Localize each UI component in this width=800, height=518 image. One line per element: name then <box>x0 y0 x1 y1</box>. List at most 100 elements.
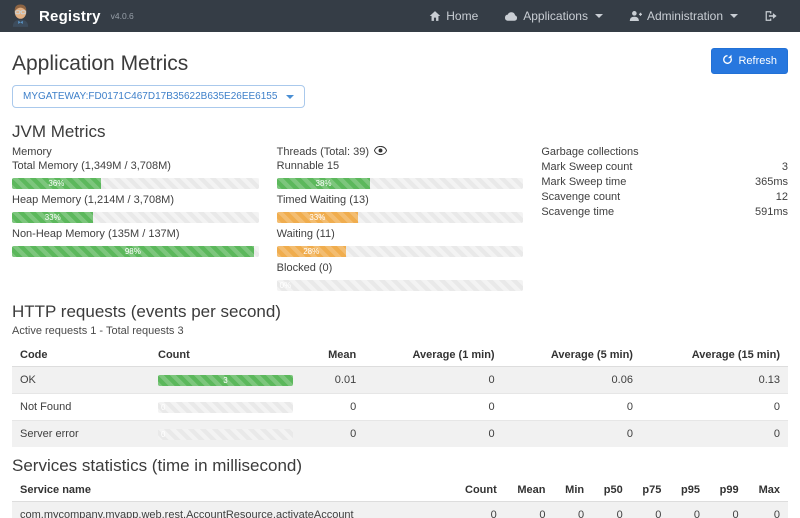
progress-bar: 3 <box>158 375 293 386</box>
gc-stat-label: Scavenge time <box>541 205 614 220</box>
http-column-header: Code <box>12 344 150 367</box>
service-column-header: p75 <box>631 479 670 502</box>
jvm-bar-label: Blocked (0) <box>277 262 524 274</box>
brand[interactable]: Registry v4.0.6 <box>10 2 134 30</box>
progress-bar: 36% <box>12 178 259 189</box>
sign-out-button[interactable] <box>751 0 790 32</box>
http-requests-summary: Active requests 1 - Total requests 3 <box>12 325 788 337</box>
service-value-cell: 0 <box>554 502 593 518</box>
progress-bar-fill: 33% <box>277 212 358 223</box>
progress-bar-fill: 33% <box>12 212 93 223</box>
jhipster-avatar-logo <box>10 2 31 30</box>
progress-zero-label: 0 <box>161 402 165 413</box>
app-title: Registry <box>39 8 101 25</box>
http-value-cell: 0 <box>364 367 502 394</box>
service-column-header: p50 <box>592 479 631 502</box>
http-value-cell: 0.13 <box>641 367 788 394</box>
jvm-bar-group: Waiting (11)28% <box>277 228 524 257</box>
nav-item-home[interactable]: Home <box>416 0 491 32</box>
http-value-cell: 0 <box>641 394 788 421</box>
http-count-cell: 0 <box>150 394 302 421</box>
user-plus-icon <box>629 10 642 22</box>
refresh-button[interactable]: Refresh <box>711 48 788 74</box>
gc-stat-label: Mark Sweep count <box>541 160 632 175</box>
http-code-cell: OK <box>12 367 150 394</box>
eye-icon[interactable] <box>374 145 387 159</box>
service-column-header: Max <box>747 479 788 502</box>
nav-menu: Home Applications Administration <box>416 0 790 32</box>
http-value-cell: 0.06 <box>503 367 641 394</box>
http-code-cell: Server error <box>12 421 150 448</box>
threads-column: Threads (Total: 39) Runnable 1538%Timed … <box>277 145 524 296</box>
service-column-header: p95 <box>669 479 708 502</box>
gc-stat-value: 365ms <box>755 175 788 190</box>
jvm-bar-group: Total Memory (1,349M / 3,708M)36% <box>12 160 259 189</box>
refresh-button-label: Refresh <box>738 55 777 67</box>
services-statistics-table: Service nameCountMeanMinp50p75p95p99Max … <box>12 479 788 518</box>
http-requests-table: CodeCountMeanAverage (1 min)Average (5 m… <box>12 344 788 447</box>
progress-bar-fill: 36% <box>12 178 101 189</box>
service-column-header: p99 <box>708 479 747 502</box>
nav-item-administration[interactable]: Administration <box>616 0 751 32</box>
progress-bar-fill: 98% <box>12 246 254 257</box>
gc-stat-row: Scavenge time591ms <box>541 205 788 220</box>
main-content: Application Metrics Refresh MYGATEWAY:FD… <box>0 32 800 518</box>
jvm-bar-label: Runnable 15 <box>277 160 524 172</box>
service-value-cell: 0 <box>452 502 505 518</box>
gc-stat-row: Scavenge count 12 <box>541 190 788 205</box>
gc-stat-value: 3 <box>782 160 788 175</box>
progress-bar-fill: 38% <box>277 178 371 189</box>
app-version: v4.0.6 <box>111 11 134 21</box>
service-column-header: Mean <box>505 479 554 502</box>
memory-title: Memory <box>12 145 259 159</box>
gc-stat-label: Scavenge count <box>541 190 620 205</box>
refresh-icon <box>722 54 733 68</box>
http-code-cell: Not Found <box>12 394 150 421</box>
table-row: com.mycompany.myapp.web.rest.AccountReso… <box>12 502 788 518</box>
threads-title: Threads (Total: 39) <box>277 145 524 159</box>
service-value-cell: 0 <box>669 502 708 518</box>
table-row: Not Found00000 <box>12 394 788 421</box>
services-statistics-title: Services statistics (time in millisecond… <box>12 456 788 476</box>
progress-bar-fill: 28% <box>277 246 346 257</box>
instance-selector-dropdown[interactable]: MYGATEWAY:FD0171C467D17B35622B635E26EE61… <box>12 85 305 108</box>
service-value-cell: 0 <box>505 502 554 518</box>
nav-item-label: Administration <box>647 9 723 23</box>
nav-item-label: Home <box>446 9 478 23</box>
jvm-bar-label: Heap Memory (1,214M / 3,708M) <box>12 194 259 206</box>
service-column-header: Count <box>452 479 505 502</box>
progress-zero-label: 0% <box>280 280 292 291</box>
http-value-cell: 0 <box>364 421 502 448</box>
http-value-cell: 0.01 <box>302 367 364 394</box>
threads-title-label: Threads (Total: 39) <box>277 145 369 159</box>
sign-out-icon <box>764 10 777 22</box>
gc-stat-label: Mark Sweep time <box>541 175 626 190</box>
http-value-cell: 0 <box>302 394 364 421</box>
http-value-cell: 0 <box>503 421 641 448</box>
cloud-icon <box>504 11 518 22</box>
progress-bar: 0 <box>158 429 293 440</box>
gc-stat-value: 12 <box>776 190 788 205</box>
service-value-cell: 0 <box>708 502 747 518</box>
home-icon <box>429 10 441 22</box>
service-name-cell: com.mycompany.myapp.web.rest.AccountReso… <box>12 502 452 518</box>
service-column-header: Min <box>554 479 593 502</box>
jvm-bar-group: Runnable 15 38% <box>277 160 524 189</box>
jvm-metrics-row: Memory Total Memory (1,349M / 3,708M)36%… <box>12 145 788 296</box>
page-title: Application Metrics <box>12 52 188 76</box>
http-column-header: Average (1 min) <box>364 344 502 367</box>
service-value-cell: 0 <box>592 502 631 518</box>
nav-item-applications[interactable]: Applications <box>491 0 616 32</box>
nav-item-label: Applications <box>523 9 588 23</box>
gc-stat-row: Mark Sweep time 365ms <box>541 175 788 190</box>
memory-column: Memory Total Memory (1,349M / 3,708M)36%… <box>12 145 259 296</box>
http-column-header: Average (15 min) <box>641 344 788 367</box>
gc-title: Garbage collections <box>541 145 788 159</box>
progress-bar: 0 <box>158 402 293 413</box>
http-value-cell: 0 <box>503 394 641 421</box>
gc-stat-row: Mark Sweep count 3 <box>541 160 788 175</box>
progress-bar-fill: 3 <box>158 375 293 386</box>
progress-bar: 28% <box>277 246 524 257</box>
chevron-down-icon <box>595 14 603 18</box>
http-column-header: Average (5 min) <box>503 344 641 367</box>
